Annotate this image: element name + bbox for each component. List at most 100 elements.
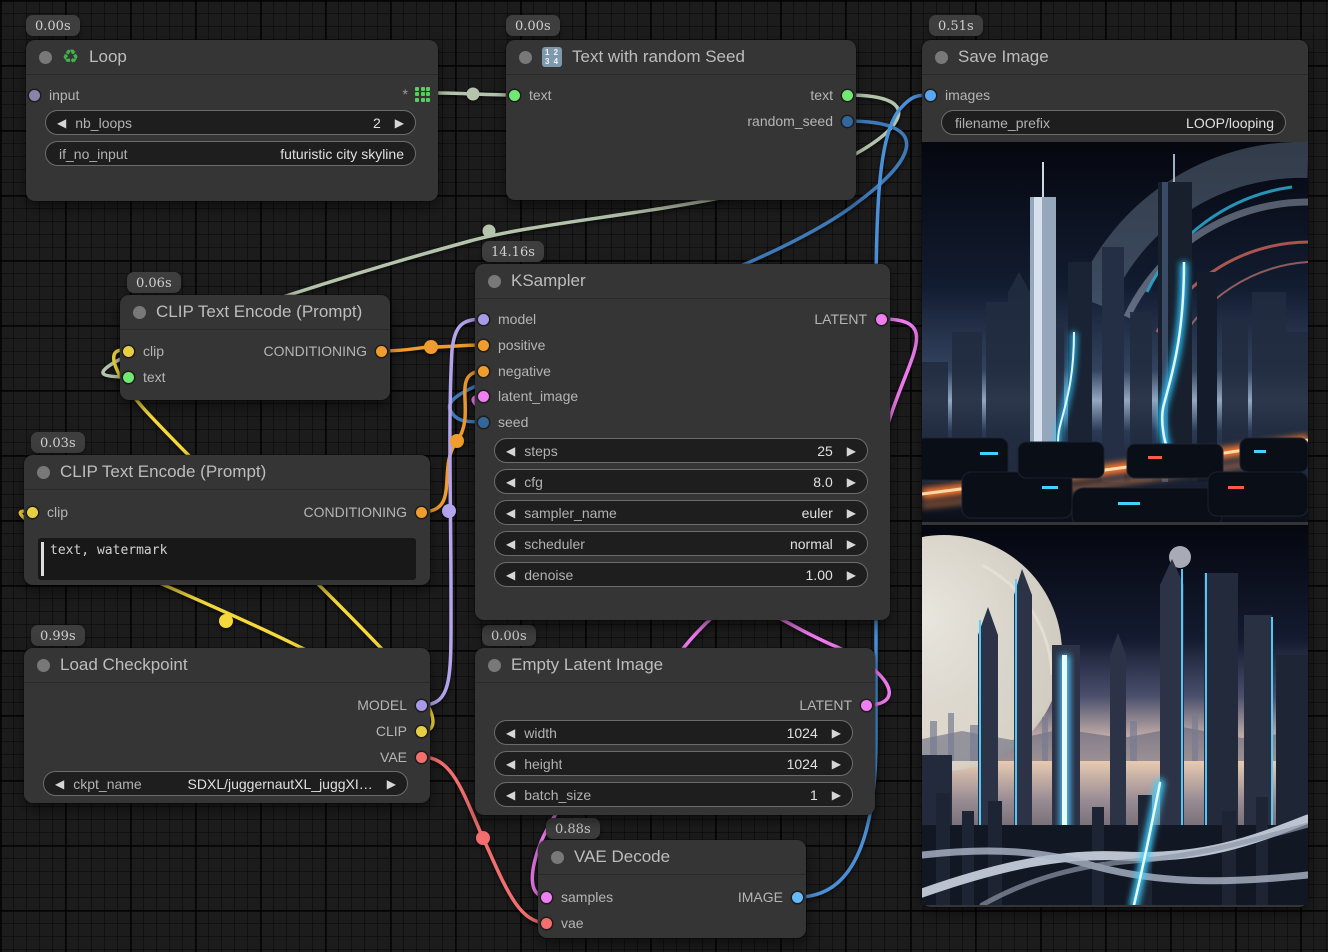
node-graph-canvas[interactable]: 0.00s 0.00s 0.06s 0.03s 14.16s 0.99s 0.0… [0, 0, 1328, 952]
input-port-text[interactable]: text [509, 84, 552, 106]
input-port-images[interactable]: images [925, 84, 990, 106]
decrement-arrow-icon[interactable]: ◀ [506, 569, 515, 581]
node-header[interactable]: ♻ Loop [26, 40, 438, 75]
port-dot[interactable] [416, 752, 427, 763]
collapse-dot[interactable] [37, 659, 50, 672]
port-dot[interactable] [842, 90, 853, 101]
node-vae-decode[interactable]: VAE Decode samples vae IMAGE [538, 840, 806, 938]
increment-arrow-icon[interactable]: ▶ [847, 445, 856, 457]
input-port-positive[interactable]: positive [478, 334, 545, 356]
node-header[interactable]: Empty Latent Image [475, 648, 875, 683]
output-port-latent[interactable]: LATENT [799, 694, 872, 716]
widget-nb-loops[interactable]: ◀ nb_loops 2 ▶ [45, 110, 416, 135]
collapse-dot[interactable] [37, 466, 50, 479]
node-ksampler[interactable]: KSampler model positive negative latent_… [475, 264, 890, 620]
port-dot[interactable] [478, 391, 489, 402]
input-port-samples[interactable]: samples [541, 886, 613, 908]
widget-cfg[interactable]: ◀ cfg 8.0 ▶ [494, 469, 868, 494]
widget-ckpt-name[interactable]: ◀ ckpt_name SDXL/juggernautXL_juggXI… ▶ [43, 771, 408, 796]
port-dot[interactable] [29, 90, 40, 101]
port-dot[interactable] [842, 116, 853, 127]
prompt-textarea[interactable]: text, watermark [38, 538, 416, 580]
textarea-scrollbar[interactable] [41, 542, 44, 576]
port-dot[interactable] [541, 892, 552, 903]
port-dot[interactable] [478, 314, 489, 325]
widget-height[interactable]: ◀ height 1024 ▶ [494, 751, 853, 776]
widget-width[interactable]: ◀ width 1024 ▶ [494, 720, 853, 745]
increment-arrow-icon[interactable]: ▶ [832, 727, 841, 739]
node-header[interactable]: CLIP Text Encode (Prompt) [24, 455, 430, 490]
port-dot[interactable] [478, 340, 489, 351]
increment-arrow-icon[interactable]: ▶ [387, 778, 396, 790]
output-port-image[interactable]: IMAGE [738, 886, 803, 908]
port-dot[interactable] [541, 918, 552, 929]
port-dot[interactable] [416, 700, 427, 711]
input-port-model[interactable]: model [478, 308, 536, 330]
increment-arrow-icon[interactable]: ▶ [847, 569, 856, 581]
port-dot[interactable] [416, 726, 427, 737]
output-port-any[interactable]: * [403, 86, 430, 102]
increment-arrow-icon[interactable]: ▶ [832, 789, 841, 801]
collapse-dot[interactable] [488, 659, 501, 672]
port-dot[interactable] [123, 346, 134, 357]
output-port-conditioning[interactable]: CONDITIONING [304, 501, 427, 523]
port-dot[interactable] [876, 314, 887, 325]
widget-batch-size[interactable]: ◀ batch_size 1 ▶ [494, 782, 853, 807]
node-header[interactable]: CLIP Text Encode (Prompt) [120, 295, 390, 330]
port-dot[interactable] [861, 700, 872, 711]
output-port-text[interactable]: text [810, 84, 853, 106]
port-dot[interactable] [416, 507, 427, 518]
widget-filename-prefix[interactable]: filename_prefix LOOP/looping [941, 110, 1286, 135]
node-loop[interactable]: ♻ Loop input * ◀ nb_loops 2 ▶ if_no_inpu… [26, 40, 438, 201]
input-port-clip[interactable]: clip [27, 501, 68, 523]
input-port-latent-image[interactable]: latent_image [478, 385, 578, 407]
node-header[interactable]: Save Image [922, 40, 1308, 75]
node-header[interactable]: Load Checkpoint [24, 648, 430, 683]
input-port-clip[interactable]: clip [123, 340, 164, 362]
widget-sampler-name[interactable]: ◀ sampler_name euler ▶ [494, 500, 868, 525]
port-dot[interactable] [509, 90, 520, 101]
collapse-dot[interactable] [488, 275, 501, 288]
increment-arrow-icon[interactable]: ▶ [832, 758, 841, 770]
input-port-seed[interactable]: seed [478, 411, 528, 433]
increment-arrow-icon[interactable]: ▶ [847, 538, 856, 550]
input-port-text[interactable]: text [123, 366, 166, 388]
input-port-input[interactable]: input [29, 84, 79, 106]
widget-steps[interactable]: ◀ steps 25 ▶ [494, 438, 868, 463]
output-port-random-seed[interactable]: random_seed [747, 110, 853, 132]
collapse-dot[interactable] [935, 51, 948, 64]
grid-output-icon[interactable] [415, 87, 430, 102]
output-port-latent[interactable]: LATENT [814, 308, 887, 330]
port-dot[interactable] [123, 372, 134, 383]
port-dot[interactable] [925, 90, 936, 101]
widget-if-no-input[interactable]: if_no_input futuristic city skyline [45, 141, 416, 166]
input-port-vae[interactable]: vae [541, 912, 584, 934]
node-clip-text-encode-positive[interactable]: CLIP Text Encode (Prompt) clip text COND… [120, 295, 390, 400]
decrement-arrow-icon[interactable]: ◀ [55, 778, 64, 790]
node-empty-latent-image[interactable]: Empty Latent Image LATENT ◀ width 1024 ▶… [475, 648, 875, 815]
port-dot[interactable] [376, 346, 387, 357]
decrement-arrow-icon[interactable]: ◀ [506, 445, 515, 457]
node-clip-text-encode-negative[interactable]: CLIP Text Encode (Prompt) clip CONDITION… [24, 455, 430, 585]
collapse-dot[interactable] [133, 306, 146, 319]
output-port-vae[interactable]: VAE [380, 746, 427, 768]
increment-arrow-icon[interactable]: ▶ [847, 507, 856, 519]
port-dot[interactable] [792, 892, 803, 903]
node-header[interactable]: 1 2 3 4 Text with random Seed [506, 40, 856, 75]
widget-scheduler[interactable]: ◀ scheduler normal ▶ [494, 531, 868, 556]
output-port-conditioning[interactable]: CONDITIONING [264, 340, 387, 362]
decrement-arrow-icon[interactable]: ◀ [506, 538, 515, 550]
decrement-arrow-icon[interactable]: ◀ [506, 476, 515, 488]
node-text-with-random-seed[interactable]: 1 2 3 4 Text with random Seed text text … [506, 40, 856, 200]
increment-arrow-icon[interactable]: ▶ [847, 476, 856, 488]
node-header[interactable]: KSampler [475, 264, 890, 299]
decrement-arrow-icon[interactable]: ◀ [506, 789, 515, 801]
collapse-dot[interactable] [519, 51, 532, 64]
decrement-arrow-icon[interactable]: ◀ [506, 758, 515, 770]
increment-arrow-icon[interactable]: ▶ [395, 117, 404, 129]
port-dot[interactable] [478, 366, 489, 377]
output-port-model[interactable]: MODEL [357, 694, 427, 716]
decrement-arrow-icon[interactable]: ◀ [57, 117, 66, 129]
input-port-negative[interactable]: negative [478, 360, 551, 382]
node-header[interactable]: VAE Decode [538, 840, 806, 875]
